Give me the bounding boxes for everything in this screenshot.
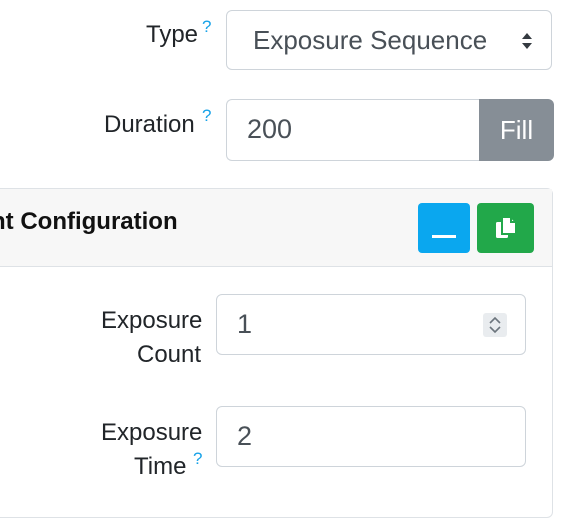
exposure-time-input[interactable]: 2 bbox=[216, 406, 526, 467]
type-label: Type bbox=[146, 21, 199, 48]
card-title: nt Configuration bbox=[0, 208, 178, 235]
exposure-time-help-icon[interactable]: ? bbox=[193, 449, 202, 469]
minimize-button[interactable] bbox=[418, 203, 470, 253]
exposure-count-input[interactable]: 1 bbox=[216, 294, 526, 355]
exposure-time-label-line1: Exposure bbox=[101, 419, 203, 446]
duration-value: 200 bbox=[247, 114, 293, 144]
duration-input[interactable]: 200 bbox=[226, 99, 480, 161]
exposure-count-value: 1 bbox=[237, 309, 253, 339]
exposure-time-label-line2: Time bbox=[134, 453, 187, 480]
type-select-value: Exposure Sequence bbox=[253, 25, 488, 55]
exposure-count-spinner[interactable] bbox=[483, 313, 507, 337]
duration-help-icon[interactable]: ? bbox=[202, 106, 211, 126]
card-header: nt Configuration bbox=[0, 189, 552, 267]
select-arrows-icon bbox=[522, 33, 532, 49]
exposure-count-label-line2: Count bbox=[137, 341, 202, 368]
duration-input-group: 200 Fill bbox=[226, 99, 554, 161]
type-help-icon[interactable]: ? bbox=[202, 17, 211, 37]
fill-button[interactable]: Fill bbox=[479, 99, 554, 161]
minimize-icon bbox=[432, 235, 456, 238]
duration-label: Duration bbox=[104, 111, 195, 138]
type-select[interactable]: Exposure Sequence bbox=[226, 10, 552, 70]
copy-button[interactable] bbox=[477, 203, 534, 253]
exposure-count-label-line1: Exposure bbox=[101, 307, 203, 334]
spinner-arrows-icon bbox=[489, 316, 501, 334]
exposure-time-value: 2 bbox=[237, 421, 253, 451]
copy-icon bbox=[496, 216, 517, 238]
